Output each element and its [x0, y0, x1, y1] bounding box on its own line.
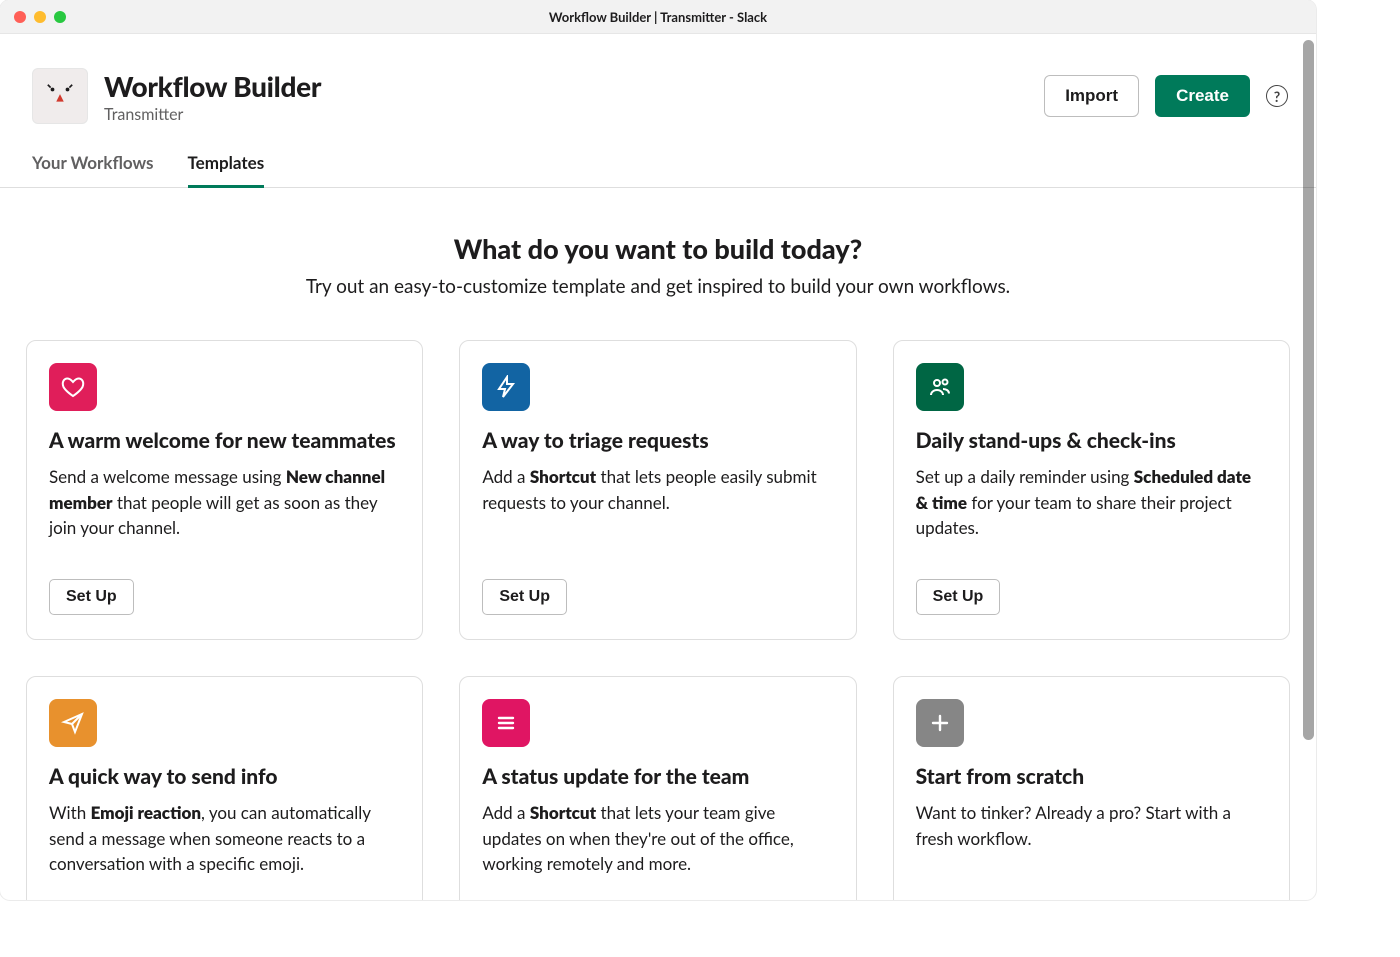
template-card-send-info: A quick way to send info With Emoji reac… — [26, 676, 423, 900]
traffic-lights — [14, 11, 66, 23]
template-card-status-update: A status update for the team Add a Short… — [459, 676, 856, 900]
card-title: Daily stand-ups & check-ins — [916, 427, 1267, 454]
card-description: Add a Shortcut that lets people easily s… — [482, 464, 833, 515]
people-icon — [916, 363, 964, 411]
card-description: Set up a daily reminder using Scheduled … — [916, 464, 1267, 541]
close-window-button[interactable] — [14, 11, 26, 23]
card-description: With Emoji reaction, you can automatical… — [49, 800, 400, 877]
card-description: Want to tinker? Already a pro? Start wit… — [916, 800, 1267, 851]
hero-subtitle: Try out an easy-to-customize template an… — [20, 275, 1296, 298]
setup-button[interactable]: Set Up — [482, 579, 567, 615]
heart-icon — [49, 363, 97, 411]
page-header: Workflow Builder Transmitter Import Crea… — [0, 34, 1316, 136]
main-content: Workflow Builder Transmitter Import Crea… — [0, 34, 1316, 900]
maximize-window-button[interactable] — [54, 11, 66, 23]
card-title: Start from scratch — [916, 763, 1267, 790]
template-card-welcome: A warm welcome for new teammates Send a … — [26, 340, 423, 640]
setup-button[interactable]: Set Up — [49, 579, 134, 615]
card-title: A warm welcome for new teammates — [49, 427, 400, 454]
setup-button[interactable]: Set Up — [916, 579, 1001, 615]
card-title: A quick way to send info — [49, 763, 400, 790]
list-icon — [482, 699, 530, 747]
header-titles: Workflow Builder Transmitter — [104, 69, 1028, 124]
titlebar: Workflow Builder | Transmitter - Slack — [0, 0, 1316, 34]
create-button[interactable]: Create — [1155, 75, 1250, 117]
tab-templates[interactable]: Templates — [188, 144, 265, 187]
window-title: Workflow Builder | Transmitter - Slack — [0, 9, 1316, 25]
card-title: A status update for the team — [482, 763, 833, 790]
card-title: A way to triage requests — [482, 427, 833, 454]
tab-your-workflows[interactable]: Your Workflows — [32, 144, 154, 187]
app-window: Workflow Builder | Transmitter - Slack W… — [0, 0, 1316, 900]
template-card-from-scratch: Start from scratch Want to tinker? Alrea… — [893, 676, 1290, 900]
header-actions: Import Create ? — [1044, 75, 1288, 117]
template-cards: A warm welcome for new teammates Send a … — [0, 326, 1316, 900]
help-icon[interactable]: ? — [1266, 85, 1288, 107]
template-card-standup: Daily stand-ups & check-ins Set up a dai… — [893, 340, 1290, 640]
hero-title: What do you want to build today? — [20, 232, 1296, 265]
scrollbar-thumb[interactable] — [1303, 40, 1314, 740]
workspace-icon — [32, 68, 88, 124]
workspace-name: Transmitter — [104, 105, 1028, 124]
minimize-window-button[interactable] — [34, 11, 46, 23]
card-description: Add a Shortcut that lets your team give … — [482, 800, 833, 877]
hero: What do you want to build today? Try out… — [0, 188, 1316, 326]
import-button[interactable]: Import — [1044, 75, 1139, 117]
tabs: Your Workflows Templates — [0, 136, 1316, 188]
lightning-icon — [482, 363, 530, 411]
plus-icon — [916, 699, 964, 747]
paper-plane-icon — [49, 699, 97, 747]
template-card-triage: A way to triage requests Add a Shortcut … — [459, 340, 856, 640]
card-description: Send a welcome message using New channel… — [49, 464, 400, 541]
page-title: Workflow Builder — [104, 69, 1028, 103]
